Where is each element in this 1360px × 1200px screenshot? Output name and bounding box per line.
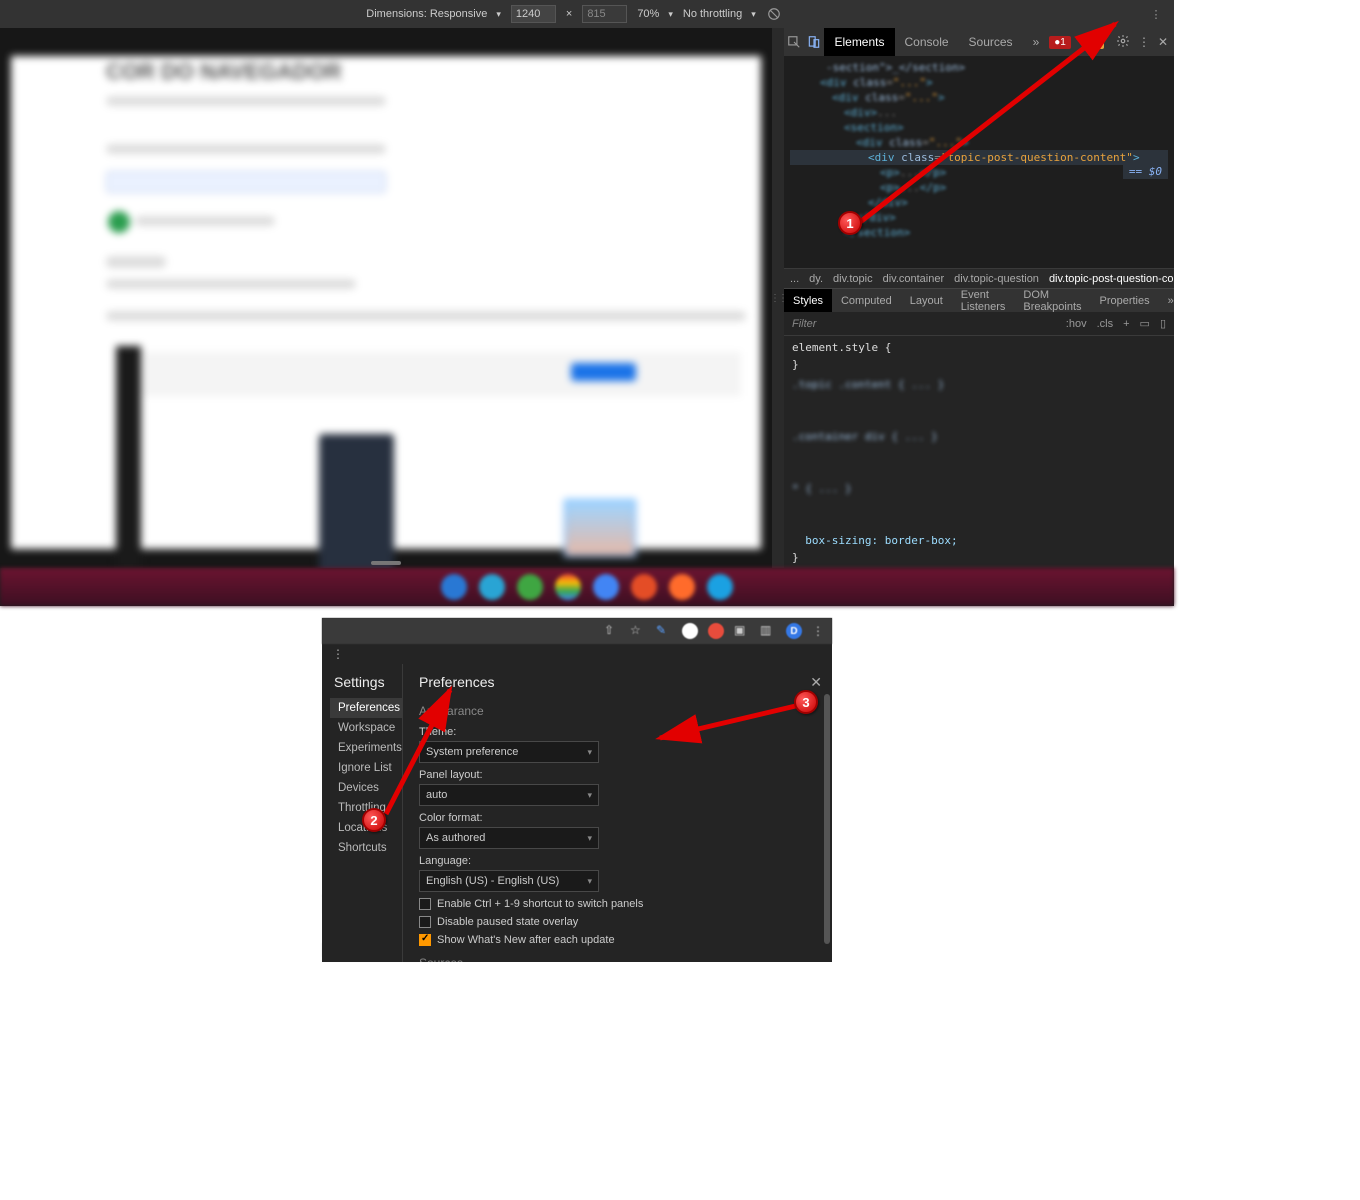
language-label: Language: xyxy=(419,855,816,867)
menu-icon[interactable]: ⋮ xyxy=(1148,6,1164,22)
profile-avatar[interactable]: D xyxy=(786,623,802,639)
sidebar-item-devices[interactable]: Devices xyxy=(334,778,402,798)
sidebar-item-experiments[interactable]: Experiments xyxy=(334,738,402,758)
checkbox-paused-overlay-label: Disable paused state overlay xyxy=(437,916,578,928)
styles-filter-input[interactable] xyxy=(784,312,1064,335)
checkbox-ctrl19[interactable] xyxy=(419,898,431,910)
os-taskbar xyxy=(0,568,1174,606)
elements-tree[interactable]: -section">_</section> <div class="..."> … xyxy=(784,56,1174,268)
tab-more-icon[interactable]: » xyxy=(1023,28,1050,56)
sidebar-item-workspace[interactable]: Workspace xyxy=(334,718,402,738)
viewport-height-input[interactable] xyxy=(582,5,627,23)
viewport-area: COR DO NAVEGADOR xyxy=(0,28,772,568)
warning-count-badge[interactable]: ▮ 1 xyxy=(1083,36,1104,49)
breadcrumbs[interactable]: ... dy. div.topic div.container div.topi… xyxy=(784,268,1174,288)
rendered-page: COR DO NAVEGADOR xyxy=(11,56,761,549)
appearance-heading: Appearance xyxy=(419,704,816,718)
subtab-properties[interactable]: Properties xyxy=(1090,289,1158,312)
tab-console[interactable]: Console xyxy=(895,28,959,56)
hov-toggle[interactable]: :hov xyxy=(1064,318,1089,330)
sidebar-toggle-icon[interactable]: ▯ xyxy=(1158,317,1168,330)
checkbox-paused-overlay[interactable] xyxy=(419,916,431,928)
rotate-icon[interactable] xyxy=(766,6,782,22)
subtab-computed[interactable]: Computed xyxy=(832,289,901,312)
inspect-icon[interactable] xyxy=(784,28,804,56)
subtab-event-listeners[interactable]: Event Listeners xyxy=(952,289,1015,312)
overflow-menu-icon[interactable]: ⋮ xyxy=(332,647,344,661)
new-rule-icon[interactable]: + xyxy=(1121,318,1131,330)
main-split: COR DO NAVEGADOR xyxy=(0,28,1174,568)
bookmark-icon[interactable]: ☆ xyxy=(630,623,646,639)
library-icon[interactable]: ▥ xyxy=(760,623,776,639)
viewport-resize-handle[interactable] xyxy=(371,561,401,565)
color-format-select[interactable]: As authored xyxy=(419,827,599,849)
browser-menu-icon[interactable]: ⋮ xyxy=(812,624,824,638)
browser-toolbar: ⇧ ☆ ✎ ▣ ▥ D ⋮ xyxy=(322,618,832,644)
theme-label: Theme: xyxy=(419,726,816,738)
settings-title: Settings xyxy=(334,674,402,690)
selected-marker: == $0 xyxy=(1123,164,1168,179)
viewport-width-input[interactable] xyxy=(511,5,556,23)
panel-layout-select[interactable]: auto xyxy=(419,784,599,806)
subtab-styles[interactable]: Styles xyxy=(784,289,832,312)
color-format-label: Color format: xyxy=(419,812,816,824)
language-select[interactable]: English (US) - English (US) xyxy=(419,870,599,892)
subtab-layout[interactable]: Layout xyxy=(901,289,952,312)
devtools-menu-icon[interactable]: ⋮ xyxy=(1138,35,1150,49)
page-title: COR DO NAVEGADOR xyxy=(106,59,342,85)
dimension-separator: × xyxy=(566,8,572,20)
devtools-close-icon[interactable]: ✕ xyxy=(1158,35,1168,49)
panel-resize-handle[interactable] xyxy=(772,28,784,568)
close-icon[interactable]: ✕ xyxy=(810,674,822,691)
checkbox-ctrl19-label: Enable Ctrl + 1-9 shortcut to switch pan… xyxy=(437,898,643,910)
sidebar-item-preferences[interactable]: Preferences xyxy=(330,698,402,718)
styles-toolbar: :hov .cls + ▭ ▯ xyxy=(784,312,1174,336)
styles-body[interactable]: element.style { } .topic .content { ... … xyxy=(784,336,1174,568)
throttling-dropdown[interactable]: No throttling xyxy=(683,8,756,20)
settings-gear-icon[interactable] xyxy=(1116,34,1130,51)
panel-layout-label: Panel layout: xyxy=(419,769,816,781)
devtools-tabs: Elements Console Sources » ● 1 ▮ 1 ⋮ ✕ xyxy=(784,28,1174,56)
settings-sidebar: Settings Preferences Workspace Experimen… xyxy=(322,664,402,962)
annotation-marker-2: 2 xyxy=(362,808,386,832)
pen-icon[interactable]: ✎ xyxy=(656,623,672,639)
toolbar-dot-white[interactable] xyxy=(682,623,698,639)
computed-panel-icon[interactable]: ▭ xyxy=(1138,317,1152,330)
error-count-badge[interactable]: ● 1 xyxy=(1049,36,1071,49)
annotation-marker-3: 3 xyxy=(794,690,818,714)
puzzle-icon[interactable]: ▣ xyxy=(734,623,750,639)
preferences-content: Preferences ✕ Appearance Theme: System p… xyxy=(402,664,832,962)
sources-heading: Sources xyxy=(419,956,816,962)
bottom-screenshot: ⇧ ☆ ✎ ▣ ▥ D ⋮ ⋮ Settings Preferences Wor… xyxy=(322,618,832,962)
sidebar-item-shortcuts[interactable]: Shortcuts xyxy=(334,838,402,858)
checkbox-whats-new[interactable] xyxy=(419,934,431,946)
device-toggle-icon[interactable] xyxy=(804,28,824,56)
sidebar-item-ignore-list[interactable]: Ignore List xyxy=(334,758,402,778)
annotation-marker-1: 1 xyxy=(838,211,862,235)
subtab-more-icon[interactable]: » xyxy=(1159,289,1183,312)
zoom-dropdown[interactable]: 70% xyxy=(637,8,673,20)
cls-toggle[interactable]: .cls xyxy=(1095,318,1116,330)
share-icon[interactable]: ⇧ xyxy=(604,623,620,639)
subtab-dom-breakpoints[interactable]: DOM Breakpoints xyxy=(1014,289,1090,312)
devtools-panel: Elements Console Sources » ● 1 ▮ 1 ⋮ ✕ -… xyxy=(784,28,1174,568)
top-screenshot: Dimensions: Responsive × 70% No throttli… xyxy=(0,0,1174,606)
tab-sources[interactable]: Sources xyxy=(959,28,1023,56)
tab-elements[interactable]: Elements xyxy=(824,28,894,56)
styles-subtabs: Styles Computed Layout Event Listeners D… xyxy=(784,288,1174,312)
theme-select[interactable]: System preference xyxy=(419,741,599,763)
record-icon[interactable] xyxy=(708,623,724,639)
preferences-heading: Preferences xyxy=(419,674,816,690)
dimensions-dropdown[interactable]: Dimensions: Responsive xyxy=(366,8,501,20)
checkbox-whats-new-label: Show What's New after each update xyxy=(437,934,615,946)
scrollbar[interactable] xyxy=(824,694,830,944)
device-toolbar: Dimensions: Responsive × 70% No throttli… xyxy=(0,0,1174,28)
